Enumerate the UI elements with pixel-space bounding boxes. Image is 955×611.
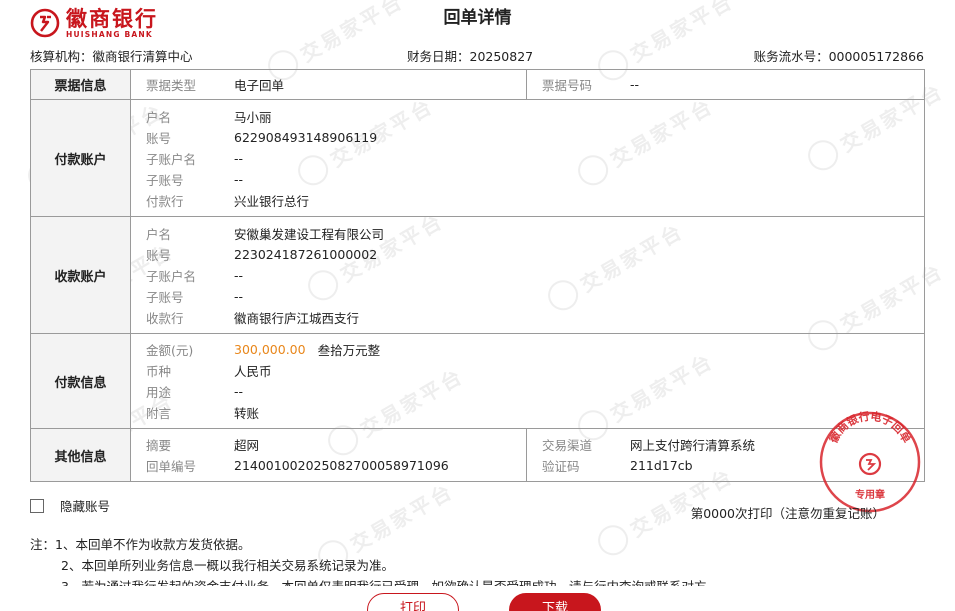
payer-sub-account-value: --: [234, 171, 244, 187]
payee-bank-value: 徽商银行庐江城西支行: [234, 310, 360, 326]
receipt-number-label: 回单编号: [146, 459, 197, 474]
page-title: 回单详情: [443, 8, 512, 28]
purpose-value: --: [234, 384, 244, 399]
payer-sub-name-label: 子账户名: [146, 151, 197, 167]
verification-code-value: 211d17cb: [630, 458, 693, 473]
stamp-bottom-text: 专用章: [855, 488, 885, 501]
bill-type-label: 票据类型: [146, 78, 197, 93]
payee-account-value: 223024187261000002: [234, 246, 378, 262]
payer-account-row: 付款账户 户名 马小丽 账号 622908493148906119 子账户名 -- 子…: [30, 99, 925, 217]
payee-name-value: 安徽巢发建设工程有限公司: [234, 226, 385, 242]
payee-account-row: 收款账户 户名 安徽巢发建设工程有限公司 账号 223024187261000002…: [30, 216, 925, 334]
payer-sub-name-value: --: [234, 150, 244, 166]
hide-account-checkbox[interactable]: [30, 498, 44, 513]
note-3: 3、若为通过我行发起的资金支付业务，本回单仅表明我行已受理，如欲确认是否受理成功…: [30, 576, 719, 586]
stamp-text: 徽商银行电子回单: [826, 410, 914, 446]
currency-label: 币种: [146, 364, 172, 379]
payer-name-value: 马小丽: [234, 109, 272, 125]
payer-account-value: 622908493148906119: [234, 129, 378, 145]
payee-bank-label: 收款行: [146, 310, 184, 326]
remark-label: 附言: [146, 406, 172, 421]
currency-value: 人民币: [234, 364, 272, 379]
payer-sub-account-label: 子账号: [146, 172, 184, 188]
payment-info-row: 付款信息 金额(元) 300,000.00 叁拾万元整 币种 人民币 用途 -- 附…: [30, 333, 925, 429]
payee-sub-name-value: --: [234, 267, 244, 283]
receipt-number-value: 21400100202508270005897109​6: [234, 458, 449, 473]
amount-value: 300,000.00: [234, 342, 306, 357]
payer-bank-value: 兴业银行总行: [234, 193, 310, 209]
receipt-meta: 核算机构：徽商银行清算中心 财务日期：20250827 账务流水号：000005…: [30, 46, 924, 64]
bill-number-value: --: [630, 77, 640, 92]
section-title-payment: 付款信息: [30, 333, 131, 429]
summary-label: 摘要: [146, 438, 172, 453]
payee-sub-account-label: 子账号: [146, 289, 184, 305]
section-title-other: 其他信息: [30, 428, 131, 482]
accounting-institution: 核算机构：徽商银行清算中心: [30, 49, 193, 64]
receipt-table: 票据信息 票据类型 电子回单 票据号码 -- 付款账户 户名 马小丽 账号 6229…: [30, 69, 925, 482]
verification-code-label: 验证码: [542, 459, 580, 474]
print-button[interactable]: 打印: [367, 593, 459, 611]
finance-date: 财务日期：20250827: [407, 49, 534, 64]
notes: 注：1、本回单不作为收款方发货依据。 2、本回单所列业务信息一概以我行相关交易系…: [30, 534, 719, 586]
summary-value: 超网: [234, 438, 260, 453]
serial-number: 账务流水号：000005172866: [753, 49, 924, 64]
section-title-payee: 收款账户: [30, 216, 131, 334]
note-1: 注：1、本回单不作为收款方发货依据。: [30, 537, 251, 552]
svg-text:徽商银行电子回单: 徽商银行电子回单: [826, 410, 914, 446]
amount-in-words: 叁拾万元整: [317, 343, 381, 358]
other-info-row: 其他信息 摘要 超网 回单编号 21400100202508270005897109…: [30, 428, 925, 482]
payee-name-label: 户名: [146, 226, 172, 242]
bill-number-label: 票据号码: [542, 78, 593, 93]
bill-type-value: 电子回单: [234, 78, 285, 93]
channel-label: 交易渠道: [542, 438, 593, 453]
payer-account-label: 账号: [146, 130, 172, 146]
payer-name-label: 户名: [146, 109, 172, 125]
note-2: 2、本回单所列业务信息一概以我行相关交易系统记录为准。: [61, 558, 394, 573]
payee-account-label: 账号: [146, 247, 172, 263]
download-button[interactable]: 下载: [509, 593, 601, 611]
logo-english-name: HUISHANG BANK: [66, 29, 153, 39]
section-title-payer: 付款账户: [30, 99, 131, 217]
remark-value: 转账: [234, 406, 260, 421]
hide-account-label: 隐藏账号: [60, 499, 111, 514]
purpose-label: 用途: [146, 385, 172, 400]
amount-label: 金额(元): [146, 343, 194, 358]
hide-account-toggle[interactable]: 隐藏账号: [30, 496, 110, 515]
payee-sub-account-value: --: [234, 288, 244, 304]
section-title-bill: 票据信息: [30, 69, 131, 100]
page-header: 徽商银行 HUISHANG BANK 回单详情: [0, 0, 955, 44]
channel-value: 网上支付跨行清算系统: [630, 438, 756, 453]
bill-info-row: 票据信息 票据类型 电子回单 票据号码 --: [30, 69, 925, 100]
payer-bank-label: 付款行: [146, 193, 184, 209]
electronic-receipt-stamp: 徽商银行电子回单 专用章: [819, 410, 921, 513]
payee-sub-name-label: 子账户名: [146, 268, 197, 284]
print-count: 第0000次打印（注意勿重复记账）: [690, 506, 885, 521]
